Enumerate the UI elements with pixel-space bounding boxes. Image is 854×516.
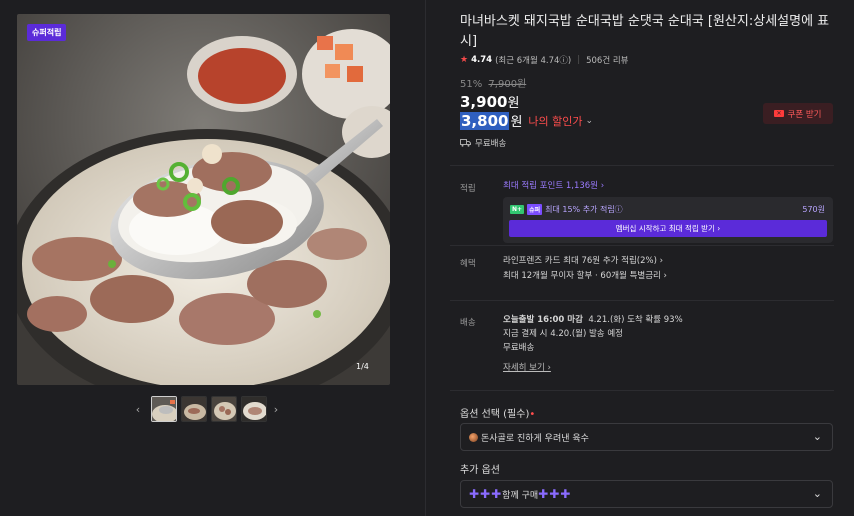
delivery-free: 무료배송 xyxy=(503,343,535,353)
points-label: 적립 xyxy=(460,184,476,194)
option-select[interactable]: 돈사골로 진하게 우려낸 육수 ⌄ xyxy=(460,423,833,451)
coupon-label: 쿠폰 받기 xyxy=(787,109,822,120)
membership-points: 570원 xyxy=(802,205,825,214)
section-divider xyxy=(450,390,834,391)
required-mark: • xyxy=(529,409,536,420)
chevron-down-icon: ⌄ xyxy=(812,487,822,500)
thumbnail-3[interactable] xyxy=(211,396,237,422)
discount-rate: 51% xyxy=(460,79,483,90)
truck-icon xyxy=(460,139,471,147)
thumbnail-4[interactable] xyxy=(241,396,267,422)
original-price: 7,900원 xyxy=(488,79,527,90)
today-dispatch: 오늘출발 16:00 마감 xyxy=(503,315,583,325)
additional-option-value: 함께 구매 xyxy=(502,490,539,501)
delivery-label: 배송 xyxy=(460,318,476,328)
dispatch-schedule: 지금 결제 시 4.20.(월) 발송 예정 xyxy=(503,329,623,339)
section-divider xyxy=(450,165,834,166)
gallery-panel: 슈퍼적립 1/4 ‹ › xyxy=(0,0,425,516)
my-price-unit: 원 xyxy=(510,115,523,130)
additional-option-select[interactable]: ✚✚✚ 함께 구매 ✚✚✚ ⌄ xyxy=(460,480,833,508)
additional-option-label: 추가 옵션 xyxy=(460,465,500,476)
sale-price-value: 3,900 xyxy=(460,93,508,111)
benefit-card-link[interactable]: 라인프렌즈 카드 최대 76원 추가 적립(2%) › xyxy=(503,254,663,269)
shipping-summary: 무료배송 xyxy=(460,137,506,149)
option-label-text: 옵션 선택 (필수) xyxy=(460,409,530,420)
my-price-value: 3,800 xyxy=(460,111,510,130)
rating-score: 4.74 xyxy=(471,55,493,65)
chevron-right-icon[interactable]: › xyxy=(271,403,281,416)
my-price-label: 나의 할인가 xyxy=(528,114,583,128)
review-count[interactable]: 506건 리뷰 xyxy=(586,54,628,66)
image-counter: 1/4 xyxy=(356,362,369,371)
membership-start-button[interactable]: 멤버십 시작하고 최대 적립 받기 › xyxy=(509,220,827,237)
option-selected-value: 돈사골로 진하게 우려낸 육수 xyxy=(481,433,589,444)
product-photo xyxy=(17,14,390,385)
thumbnail-strip: ‹ › xyxy=(133,396,281,422)
rating-detail[interactable]: (최근 6개월 4.74ⓘ) xyxy=(495,54,571,66)
plus-icons-right: ✚✚✚ xyxy=(538,487,572,501)
benefit-installment-link[interactable]: 최대 12개월 무이자 할부 · 60개월 특별금리 › xyxy=(503,269,667,284)
coupon-button[interactable]: ✕ 쿠폰 받기 xyxy=(763,103,833,124)
max-points-link[interactable]: 최대 적립 포인트 1,136원 › xyxy=(503,179,604,194)
chevron-left-icon[interactable]: ‹ xyxy=(133,403,143,416)
discount-row: 51% 7,900원 xyxy=(460,75,526,90)
thumbnail-2[interactable] xyxy=(181,396,207,422)
rating-separator: | xyxy=(577,55,581,65)
super-logo: 슈퍼 xyxy=(527,204,543,215)
arrival-estimate: 4.21.(화) 도착 확률 93% xyxy=(588,315,683,325)
section-divider xyxy=(450,245,834,246)
thumbnail-1[interactable] xyxy=(151,396,177,422)
membership-text[interactable]: 최대 15% 추가 적립ⓘ xyxy=(545,204,623,215)
plus-icons-left: ✚✚✚ xyxy=(469,487,503,501)
option-label: 옵션 선택 (필수)• xyxy=(460,405,535,420)
chevron-down-icon: ⌄ xyxy=(585,115,594,126)
coupon-icon: ✕ xyxy=(774,110,784,117)
chevron-down-icon: ⌄ xyxy=(812,430,822,443)
main-product-image[interactable] xyxy=(17,14,390,385)
my-price-row[interactable]: 3,800 원 나의 할인가 ⌄ xyxy=(460,111,593,130)
benefits-label: 혜택 xyxy=(460,259,476,269)
super-points-badge: 슈퍼적립 xyxy=(27,24,67,41)
section-divider xyxy=(450,300,834,301)
rating-row: ★ 4.74 (최근 6개월 4.74ⓘ) | 506건 리뷰 xyxy=(460,54,628,66)
membership-box: N+ 슈퍼 최대 15% 추가 적립ⓘ 570원 멤버십 시작하고 최대 적립 … xyxy=(503,197,833,243)
star-icon: ★ xyxy=(460,55,469,65)
panel-divider xyxy=(425,0,426,516)
sale-price: 3,900원 xyxy=(460,92,519,111)
naver-plus-logo: N+ xyxy=(510,205,525,214)
delivery-today: 오늘출발 16:00 마감 4.21.(화) 도착 확률 93% xyxy=(503,313,683,328)
product-title: 마녀바스켓 돼지국밥 순대국밥 순댓국 순대국 [원산지:상세설명에 표시] xyxy=(460,14,830,49)
sale-price-unit: 원 xyxy=(507,96,520,111)
membership-info: N+ 슈퍼 최대 15% 추가 적립ⓘ xyxy=(510,204,623,215)
delivery-detail-link[interactable]: 자세히 보기 › xyxy=(503,361,551,376)
free-shipping-label: 무료배송 xyxy=(475,139,507,149)
option-thumb-icon xyxy=(469,432,478,442)
